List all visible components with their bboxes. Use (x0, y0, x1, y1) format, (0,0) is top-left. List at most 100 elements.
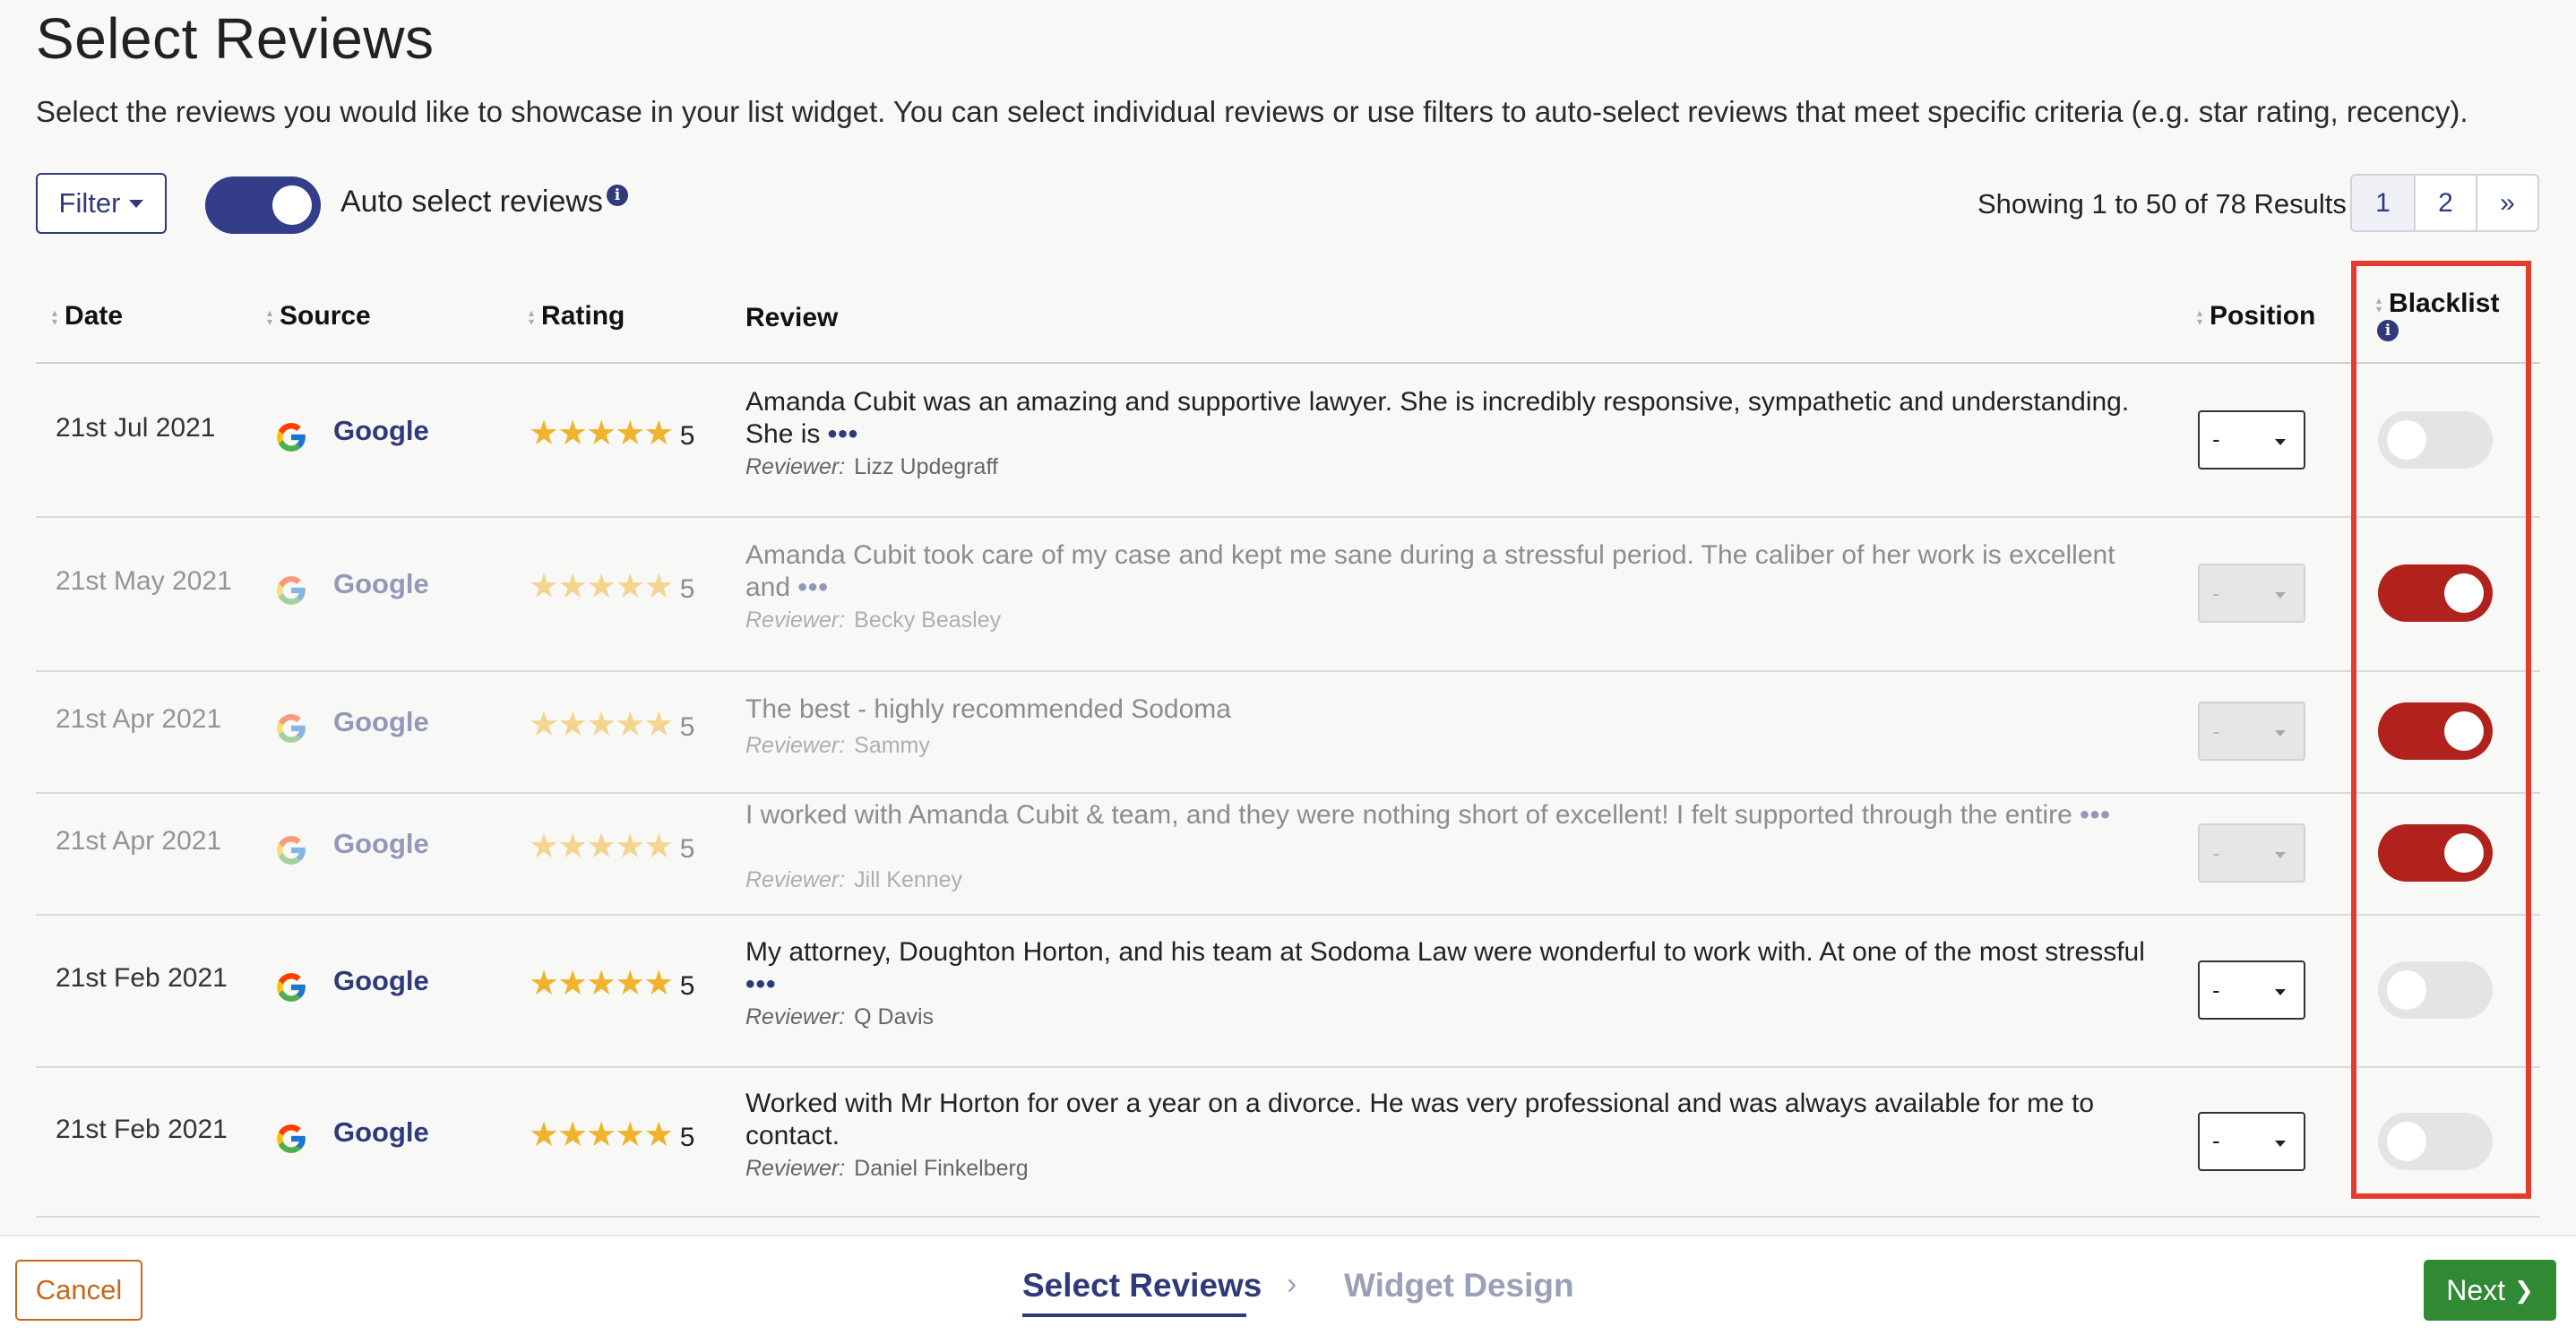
review-date: 21st May 2021 (56, 566, 232, 596)
review-text: Amanda Cubit took care of my case and ke… (745, 539, 2161, 604)
reviewer: Reviewer: Jill Kenney (745, 867, 962, 893)
reviewer-prefix: Reviewer: (745, 1155, 846, 1181)
google-icon (274, 711, 308, 745)
review-text: Worked with Mr Horton for over a year on… (745, 1088, 2161, 1152)
stars-icon: ★★★★★ (529, 828, 674, 866)
step-widget-design[interactable]: Widget Design (1344, 1267, 1574, 1305)
star-rating: ★★★★★ 5 (529, 704, 694, 745)
auto-select-toggle[interactable] (205, 177, 321, 234)
step-select-reviews[interactable]: Select Reviews (1022, 1267, 1262, 1305)
star-rating: ★★★★★ 5 (529, 566, 694, 607)
header-date[interactable]: ▴ ▾ Date (52, 301, 123, 332)
review-body: Amanda Cubit took care of my case and ke… (745, 540, 2115, 602)
rating-value: 5 (679, 1122, 695, 1152)
google-icon (274, 1122, 308, 1156)
rating-value: 5 (679, 971, 695, 1001)
toggle-knob (272, 185, 312, 225)
next-button[interactable]: Next ❯ (2424, 1260, 2556, 1321)
sort-icon: ▴ ▾ (2197, 306, 2203, 329)
more-icon[interactable]: ••• (797, 573, 829, 602)
results-count: Showing 1 to 50 of 78 Results (1977, 188, 2347, 220)
row-divider (36, 792, 2540, 794)
review-text: I worked with Amanda Cubit & team, and t… (745, 799, 2161, 831)
star-rating: ★★★★★ 5 (529, 1115, 694, 1155)
stars-icon: ★★★★★ (529, 706, 674, 744)
caret-down-icon (129, 199, 144, 208)
stars-icon: ★★★★★ (529, 414, 674, 452)
cancel-button[interactable]: Cancel (15, 1260, 142, 1321)
main-panel: Select Reviews Select the reviews you wo… (0, 0, 2576, 1235)
page-1-button[interactable]: 1 (2352, 176, 2414, 230)
reviewer-name: Becky Beasley (854, 607, 1002, 633)
row-divider (36, 670, 2540, 672)
review-source: Google (333, 706, 429, 737)
position-value: - (2212, 976, 2220, 1003)
review-text: The best - highly recommended Sodoma (745, 693, 2161, 726)
review-body: The best - highly recommended Sodoma (745, 694, 1231, 724)
position-select[interactable]: - (2198, 960, 2305, 1020)
position-value: - (2212, 579, 2220, 607)
star-rating: ★★★★★ 5 (529, 963, 694, 1003)
review-source: Google (333, 1115, 429, 1148)
active-step-underline (1022, 1313, 1246, 1317)
review-source: Google (333, 828, 429, 859)
page-subtitle: Select the reviews you would like to sho… (36, 95, 2468, 128)
filter-button[interactable]: Filter (36, 173, 167, 234)
position-select: - (2198, 564, 2305, 623)
review-text: My attorney, Doughton Horton, and his te… (745, 936, 2161, 1001)
reviewer-prefix: Reviewer: (745, 1004, 846, 1029)
review-date: 21st Feb 2021 (56, 963, 228, 993)
reviewer: Reviewer: Q Davis (745, 1004, 934, 1030)
sort-icon: ▴ ▾ (529, 306, 535, 329)
auto-select-label: Auto select reviews (340, 185, 603, 219)
reviewer: Reviewer: Sammy (745, 733, 930, 759)
page-title: Select Reviews (36, 6, 435, 71)
info-icon[interactable]: i (607, 185, 628, 206)
reviewer-prefix: Reviewer: (745, 607, 846, 633)
review-date: 21st Apr 2021 (56, 704, 222, 734)
sort-icon: ▴ ▾ (52, 306, 58, 329)
caret-down-icon (2275, 852, 2286, 858)
rating-value: 5 (679, 834, 695, 864)
next-page-button[interactable]: » (2476, 176, 2537, 230)
review-body: I worked with Amanda Cubit & team, and t… (745, 800, 2072, 830)
reviewer-prefix: Reviewer: (745, 867, 846, 892)
review-body: Worked with Mr Horton for over a year on… (745, 1088, 2095, 1150)
header-rating[interactable]: ▴ ▾ Rating (529, 301, 625, 332)
row-divider (36, 914, 2540, 916)
header-source[interactable]: ▴ ▾ Source (267, 301, 371, 332)
star-rating: ★★★★★ 5 (529, 826, 694, 866)
reviewer: Reviewer: Becky Beasley (745, 607, 1001, 633)
blacklist-highlight-box (2351, 261, 2531, 1199)
position-select: - (2198, 823, 2305, 883)
row-divider (36, 1066, 2540, 1068)
more-icon[interactable]: ••• (2080, 800, 2111, 830)
review-source: Google (333, 414, 429, 446)
pagination: 1 2 » (2350, 174, 2539, 232)
review-body: My attorney, Doughton Horton, and his te… (745, 937, 2145, 967)
rating-value: 5 (679, 574, 695, 604)
filter-label: Filter (58, 187, 121, 219)
header-position[interactable]: ▴ ▾ Position (2197, 301, 2315, 332)
reviewer-name: Daniel Finkelberg (854, 1155, 1029, 1181)
position-select: - (2198, 702, 2305, 761)
more-icon[interactable]: ••• (745, 969, 777, 999)
reviewer-prefix: Reviewer: (745, 453, 846, 479)
google-icon (274, 970, 308, 1004)
position-value: - (2212, 1127, 2220, 1154)
caret-down-icon (2275, 989, 2286, 995)
caret-down-icon (2275, 592, 2286, 599)
rating-value: 5 (679, 420, 695, 451)
position-select[interactable]: - (2198, 1111, 2305, 1171)
reviewer: Reviewer: Lizz Updegraff (745, 454, 998, 480)
stars-icon: ★★★★★ (529, 965, 674, 1003)
review-date: 21st Jul 2021 (56, 412, 216, 443)
more-icon[interactable]: ••• (828, 419, 859, 449)
row-divider (36, 516, 2540, 518)
page-2-button[interactable]: 2 (2414, 176, 2476, 230)
review-body: Amanda Cubit was an amazing and supporti… (745, 386, 2130, 449)
reviewer-name: Jill Kenney (854, 867, 963, 892)
reviewer-name: Lizz Updegraff (854, 453, 998, 479)
position-select[interactable]: - (2198, 409, 2305, 469)
position-value: - (2212, 717, 2220, 745)
